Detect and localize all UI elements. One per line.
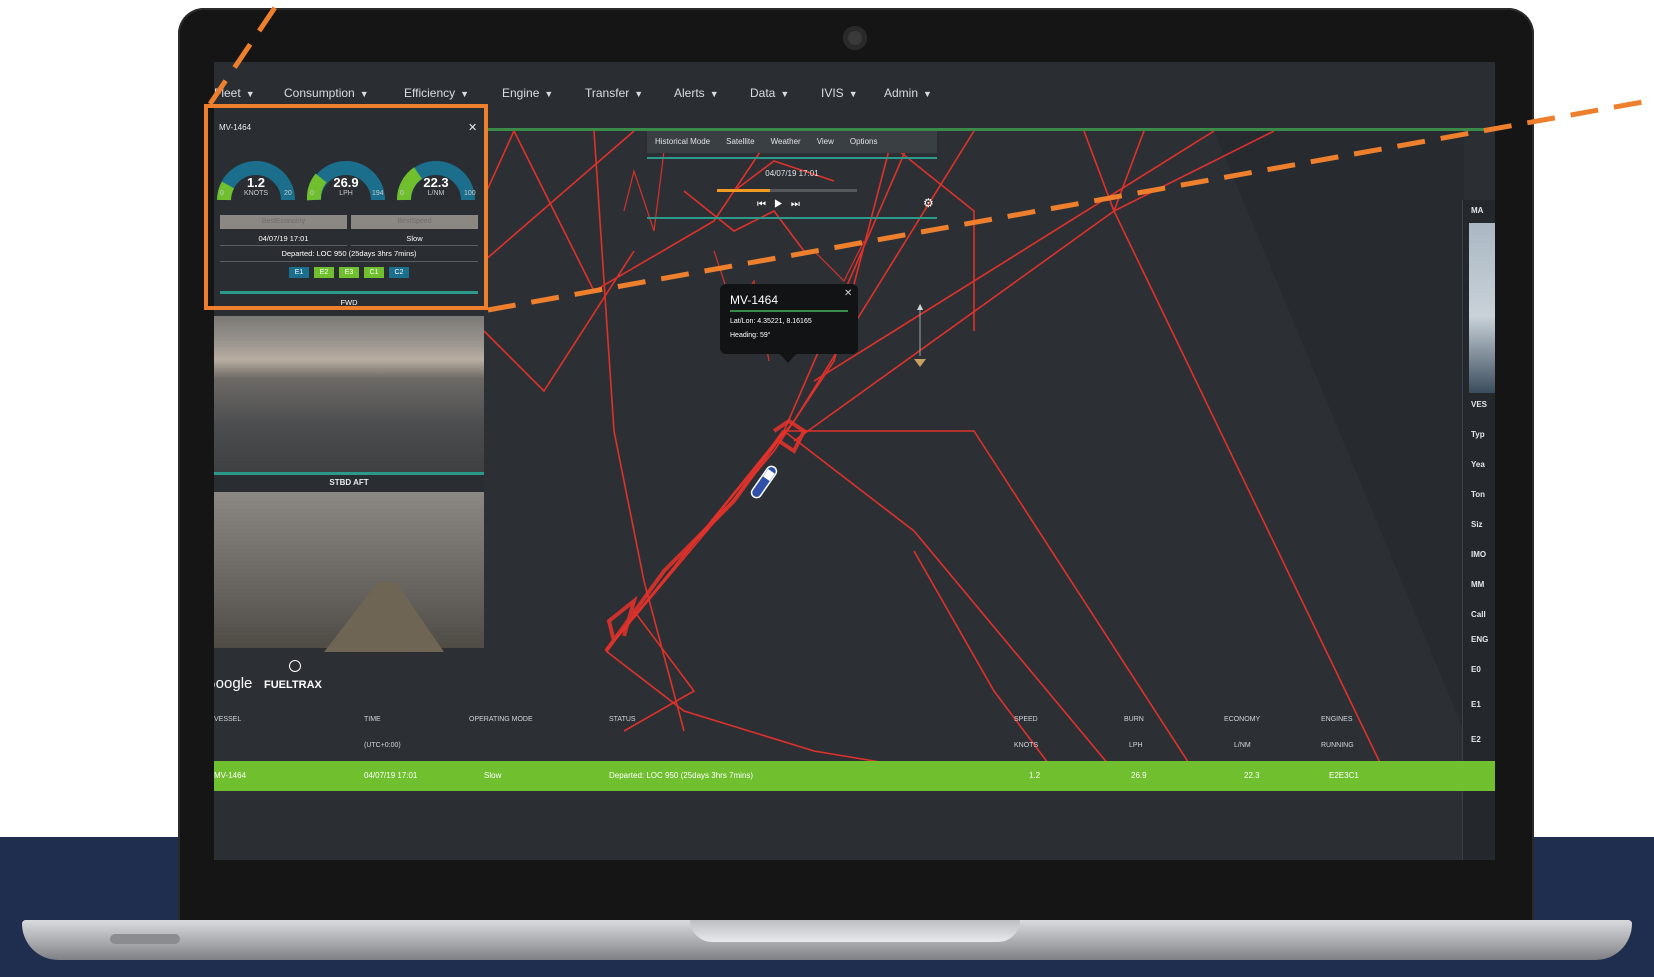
callout-lines <box>207 0 1654 313</box>
callout-line <box>207 0 283 106</box>
callout-line <box>487 97 1654 313</box>
